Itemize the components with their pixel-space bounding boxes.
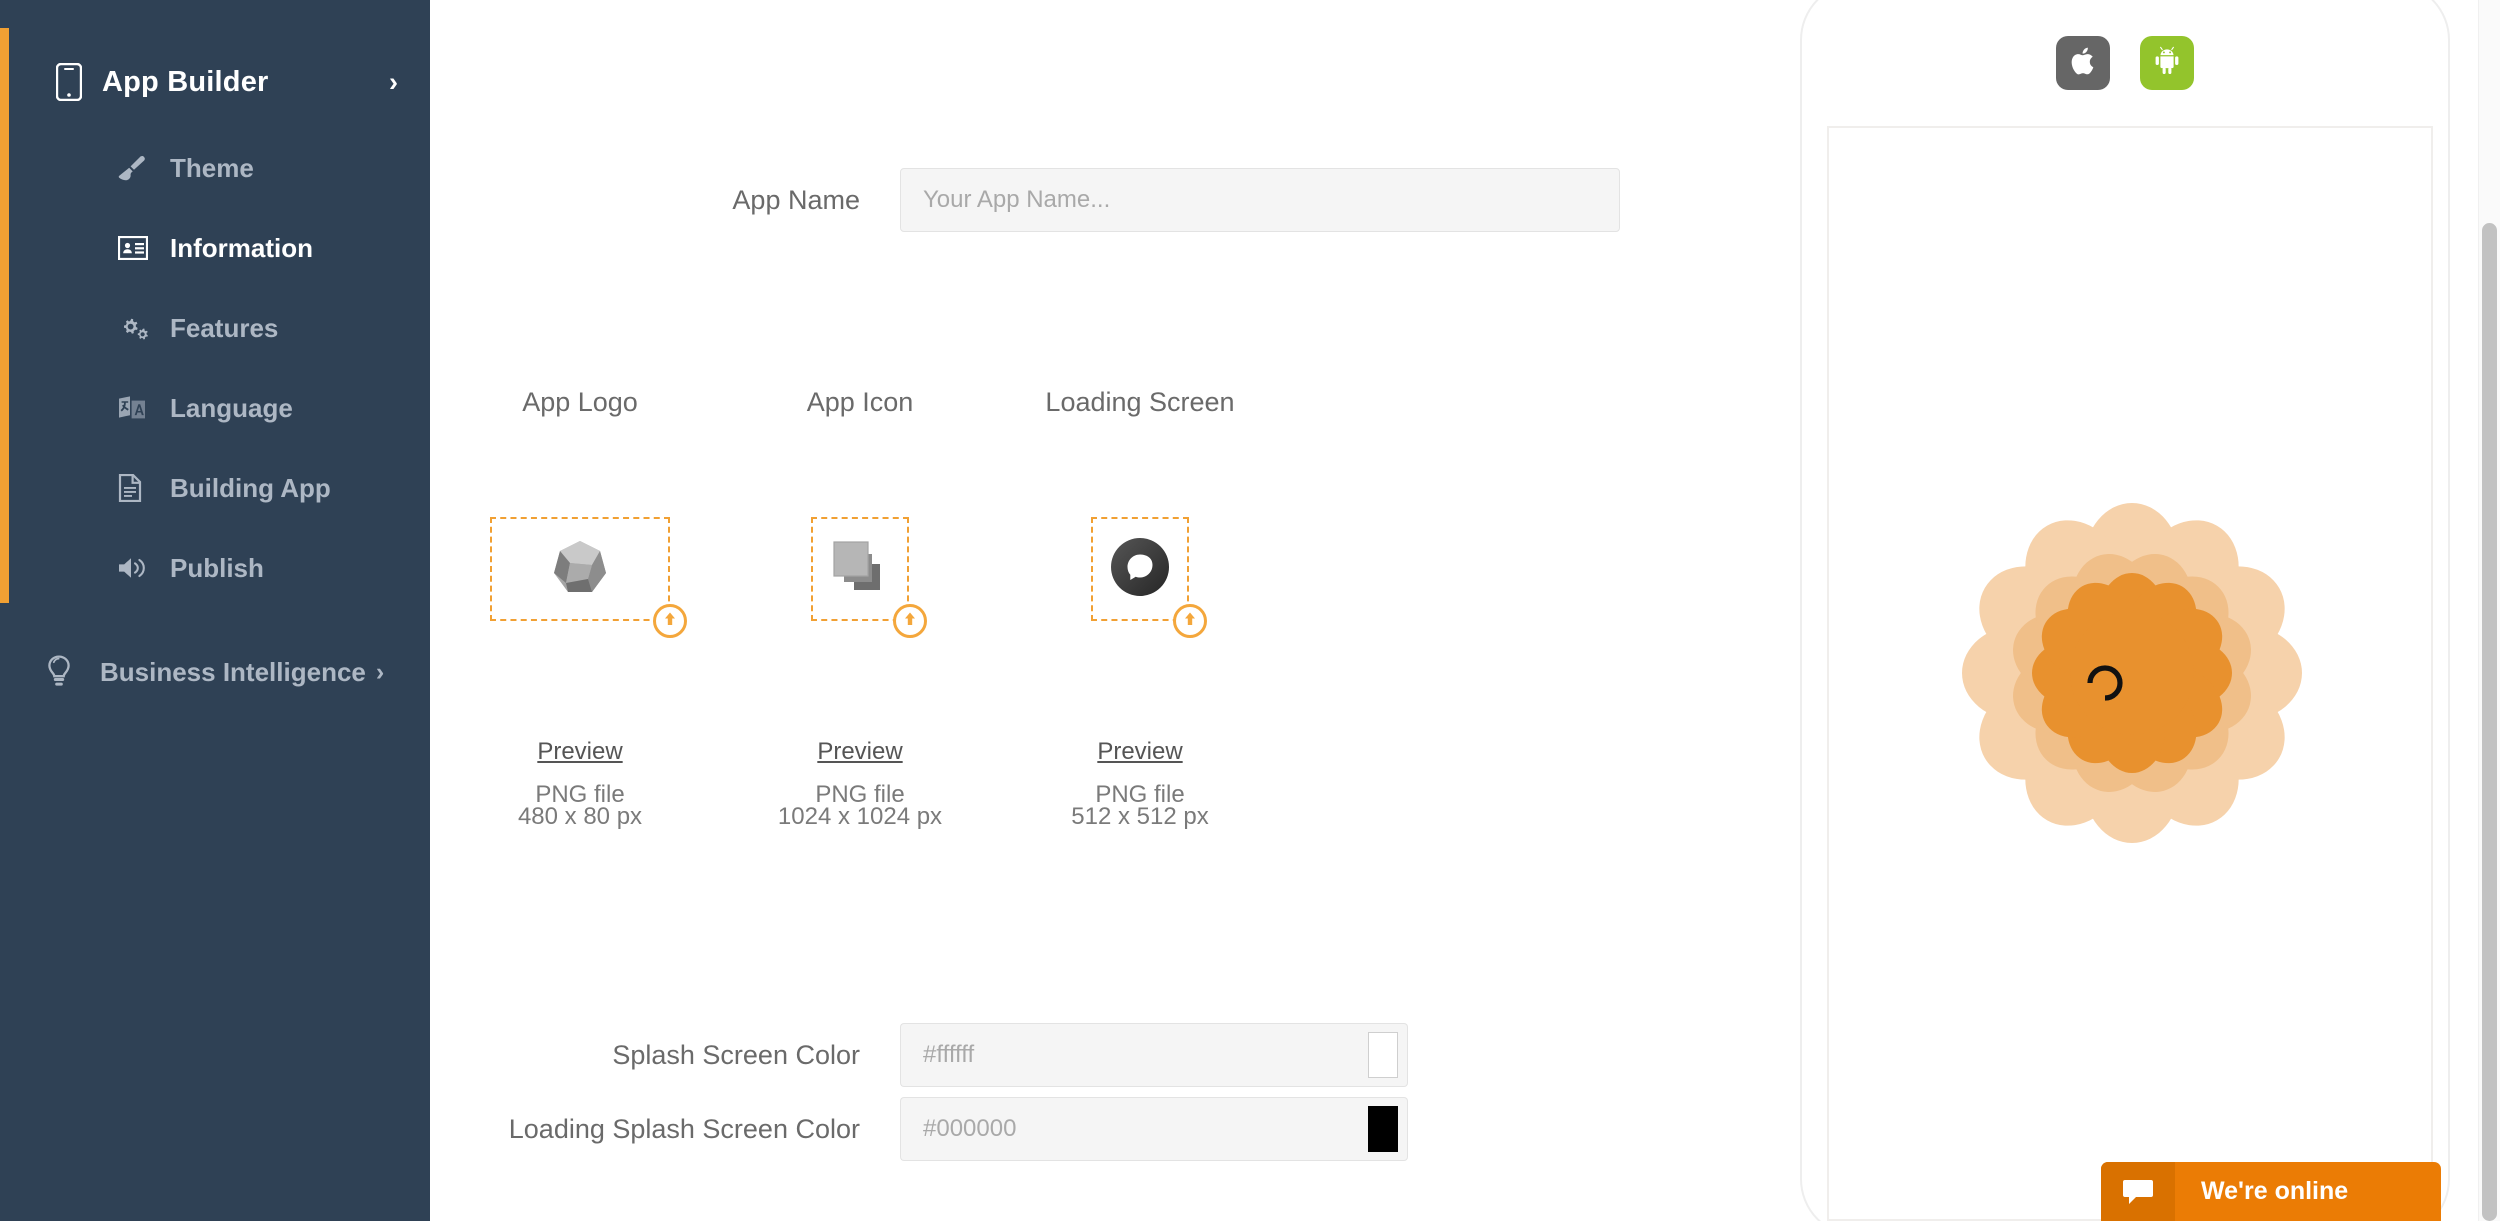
platform-button-android[interactable] — [2140, 36, 2194, 90]
stacked-squares-thumbnail — [830, 538, 890, 601]
app-icon-upload-button[interactable] — [893, 604, 927, 638]
app-icon-preview-link[interactable]: Preview — [710, 738, 1010, 766]
splash-screen-color-row: Splash Screen Color #ffffff — [430, 1023, 1408, 1087]
app-name-input[interactable]: Your App Name... — [900, 168, 1620, 232]
loading-screen-preview-link[interactable]: Preview — [990, 738, 1290, 766]
splash-screen-color-input[interactable]: #ffffff — [900, 1023, 1358, 1087]
paintbrush-icon — [118, 155, 160, 181]
sidebar-accent-bar — [0, 28, 9, 603]
app-logo-dimensions: 480 x 80 px — [517, 803, 643, 830]
app-logo-preview-link[interactable]: Preview — [430, 738, 730, 766]
sidebar-item-label: Building App — [170, 473, 331, 503]
splash-screen-color-swatch-button[interactable] — [1358, 1023, 1408, 1087]
chevron-right-icon: › — [375, 657, 385, 686]
sidebar-item-information[interactable]: Information — [0, 208, 430, 288]
loading-screen-upload-button[interactable] — [1173, 604, 1207, 638]
sidebar-item-label: Language — [170, 393, 293, 423]
dark-circle-logo-thumbnail — [1109, 536, 1171, 603]
mobile-phone-icon — [56, 63, 94, 101]
upload-arrow-icon — [662, 611, 678, 632]
sidebar-header-app-builder[interactable]: App Builder › — [0, 0, 430, 106]
megaphone-icon — [118, 556, 160, 580]
platform-button-ios[interactable] — [2056, 36, 2110, 90]
apple-icon — [2069, 45, 2097, 82]
app-logo-upload-button[interactable] — [653, 604, 687, 638]
polyhedron-thumbnail — [548, 535, 612, 604]
color-swatch — [1367, 1032, 1398, 1078]
translate-icon — [118, 395, 160, 421]
app-root: App Builder › Theme Information Features… — [0, 0, 2500, 1221]
gears-icon — [118, 315, 160, 341]
sidebar-item-features[interactable]: Features — [0, 288, 430, 368]
lightbulb-icon — [46, 655, 90, 689]
loading-splash-screen-color-row: Loading Splash Screen Color #000000 — [430, 1097, 1408, 1161]
sidebar-header-label: App Builder — [102, 65, 269, 98]
app-icon-dropzone[interactable] — [811, 517, 909, 621]
sidebar-item-language[interactable]: Language — [0, 368, 430, 448]
app-name-label: App Name — [732, 184, 860, 215]
sidebar-item-label: Theme — [170, 153, 254, 183]
sidebar-item-label: Features — [170, 313, 279, 343]
sidebar-item-label: Business Intelligence — [100, 657, 366, 687]
chevron-right-icon: › — [389, 66, 398, 97]
sidebar-item-building-app[interactable]: Building App — [0, 448, 430, 528]
page-scrollbar-thumb[interactable] — [2482, 223, 2497, 1221]
document-icon — [118, 474, 160, 502]
chat-widget[interactable]: We're online — [2101, 1162, 2441, 1221]
page-scrollbar-track[interactable] — [2478, 0, 2500, 1221]
sidebar-item-publish[interactable]: Publish — [0, 528, 430, 608]
loading-screen-dropzone[interactable] — [1091, 517, 1189, 621]
sidebar-item-theme[interactable]: Theme — [0, 128, 430, 208]
platform-toggle-group — [1770, 36, 2480, 90]
loading-screen-heading: Loading Screen — [1045, 387, 1235, 417]
loading-splash-screen-color-swatch-button[interactable] — [1358, 1097, 1408, 1161]
chat-bubble-icon — [2101, 1162, 2175, 1221]
color-swatch — [1367, 1106, 1398, 1152]
app-icon-heading: App Icon — [806, 387, 914, 417]
sidebar-item-business-intelligence[interactable]: Business Intelligence › — [0, 640, 430, 704]
id-card-icon — [118, 236, 160, 260]
sidebar-menu: Theme Information Features Language Buil… — [0, 128, 430, 608]
android-icon — [2152, 46, 2182, 81]
loading-screen-dimensions: 512 x 512 px — [1071, 803, 1209, 830]
sidebar-item-label: Information — [170, 233, 313, 263]
app-logo-heading: App Logo — [522, 387, 638, 417]
sidebar: App Builder › Theme Information Features… — [0, 0, 430, 1221]
phone-screen — [1827, 126, 2433, 1221]
loading-spinner-icon — [2082, 660, 2128, 711]
app-logo-dropzone[interactable] — [490, 517, 670, 621]
upload-arrow-icon — [1182, 611, 1198, 632]
splash-screen-color-label: Splash Screen Color — [612, 1039, 860, 1070]
orange-flower-rosette — [1932, 473, 2332, 878]
chat-widget-label: We're online — [2201, 1177, 2349, 1205]
sidebar-item-label: Publish — [170, 553, 264, 583]
loading-splash-screen-color-input[interactable]: #000000 — [900, 1097, 1358, 1161]
upload-arrow-icon — [902, 611, 918, 632]
app-icon-dimensions: 1024 x 1024 px — [777, 803, 943, 830]
loading-splash-screen-color-label: Loading Splash Screen Color — [508, 1113, 860, 1144]
app-name-row: App Name Your App Name... — [430, 168, 1620, 232]
